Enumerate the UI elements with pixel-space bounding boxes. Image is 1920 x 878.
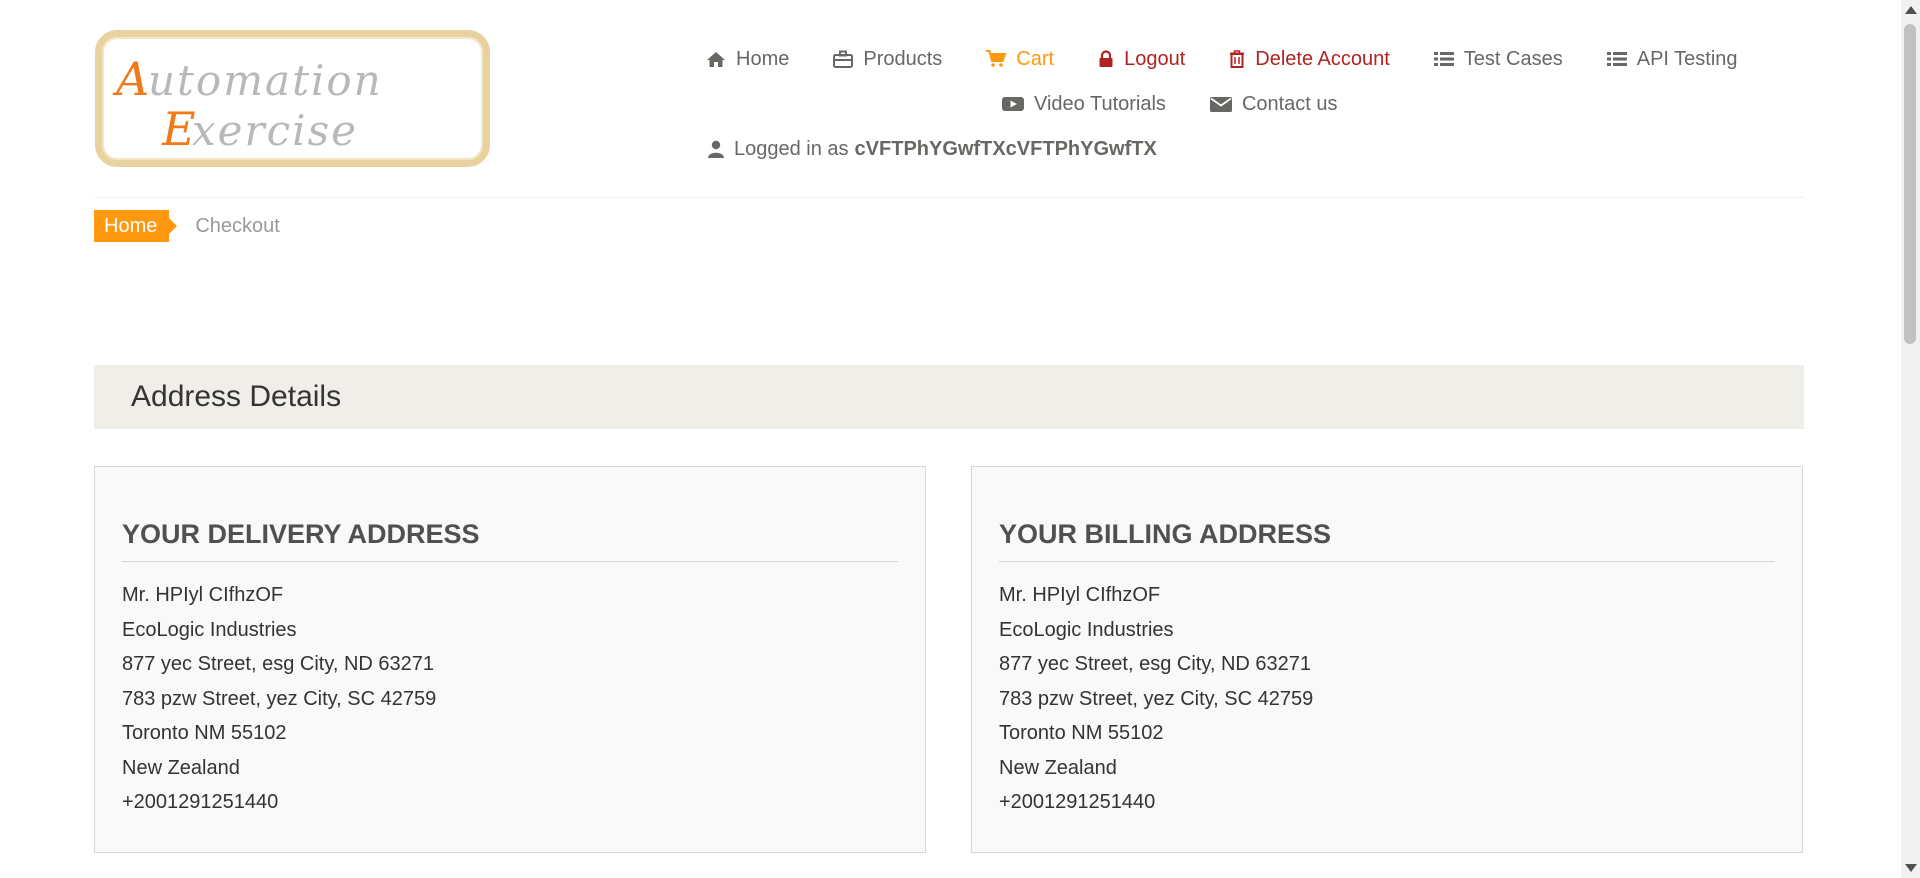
billing-name: Mr. HPIyl CIfhzOF xyxy=(999,584,1161,606)
delivery-company: EcoLogic Industries xyxy=(122,618,297,641)
scroll-down-arrow-icon[interactable] xyxy=(1905,864,1917,872)
delivery-name: Mr. HPIyl CIfhzOF xyxy=(122,584,284,606)
nav-products-label: Products xyxy=(863,47,943,70)
billing-address-title: YOUR BILLING ADDRESS xyxy=(999,517,1775,562)
home-icon xyxy=(706,50,726,68)
nav-logout-label: Logout xyxy=(1124,47,1186,70)
billing-address2: 783 pzw Street, yez City, SC 42759 xyxy=(999,687,1314,710)
breadcrumb-current: Checkout xyxy=(195,214,280,237)
billing-address1: 877 yec Street, esg City, ND 63271 xyxy=(999,653,1312,675)
logo-letter-e: E xyxy=(161,102,196,156)
billing-phone: +2001291251440 xyxy=(999,791,1156,813)
briefcase-icon xyxy=(833,50,854,68)
list-icon xyxy=(1606,50,1627,68)
logo-letter-a: A xyxy=(112,52,149,106)
vertical-scrollbar[interactable] xyxy=(1901,0,1920,878)
scrollbar-thumb[interactable] xyxy=(1904,24,1916,344)
delivery-address-title: YOUR DELIVERY ADDRESS xyxy=(122,517,898,562)
logo-image: A utomation E xercise xyxy=(112,52,383,156)
delivery-phone: +2001291251440 xyxy=(122,791,279,813)
breadcrumb-home[interactable]: Home xyxy=(94,210,178,242)
nav-contact-us[interactable]: Contact us xyxy=(1209,92,1338,116)
nav-api-testing[interactable]: API Testing xyxy=(1606,47,1738,71)
nav-contact-us-label: Contact us xyxy=(1241,92,1338,115)
trash-icon xyxy=(1229,50,1245,68)
nav-api-testing-label: API Testing xyxy=(1636,47,1738,70)
user-icon xyxy=(708,140,724,158)
nav-video-tutorials[interactable]: Video Tutorials xyxy=(1002,93,1166,116)
logo-rest-2: xercise xyxy=(192,106,358,155)
logged-in-prefix: Logged in as xyxy=(734,137,849,160)
nav-test-cases-label: Test Cases xyxy=(1463,47,1563,70)
main-nav: Home Products Cart Logout Delete Account xyxy=(700,44,1800,179)
youtube-play-icon xyxy=(1002,95,1024,113)
nav-row-2: Video Tutorials Contact us xyxy=(1002,89,1800,119)
nav-row-1: Home Products Cart Logout Delete Account xyxy=(706,44,1800,74)
lock-icon xyxy=(1098,50,1114,68)
nav-cart-label: Cart xyxy=(1016,47,1055,70)
list-icon xyxy=(1433,50,1454,68)
header-divider xyxy=(94,197,1804,198)
nav-row-3: Logged in as cVFTPhYGwfTXcVFTPhYGwfTX xyxy=(708,134,1800,164)
logged-in-status: Logged in as cVFTPhYGwfTXcVFTPhYGwfTX xyxy=(708,138,1157,161)
delivery-address1: 877 yec Street, esg City, ND 63271 xyxy=(122,653,435,675)
billing-company: EcoLogic Industries xyxy=(999,618,1174,641)
nav-delete-account[interactable]: Delete Account xyxy=(1229,48,1390,71)
logo-rest-1: utomation xyxy=(148,56,383,105)
nav-delete-account-label: Delete Account xyxy=(1255,47,1390,70)
nav-home[interactable]: Home xyxy=(706,48,789,71)
delivery-country: New Zealand xyxy=(122,756,240,779)
section-title: Address Details xyxy=(131,380,342,413)
scroll-up-arrow-icon[interactable] xyxy=(1905,6,1917,14)
delivery-address-box: YOUR DELIVERY ADDRESS Mr. HPIyl CIfhzOF … xyxy=(94,466,926,853)
delivery-address2: 783 pzw Street, yez City, SC 42759 xyxy=(122,687,437,710)
nav-logout[interactable]: Logout xyxy=(1098,48,1185,71)
site-logo[interactable]: A utomation E xercise xyxy=(95,30,490,167)
billing-city-state-zip: Toronto NM 55102 xyxy=(999,722,1164,744)
billing-country: New Zealand xyxy=(999,756,1117,779)
nav-cart[interactable]: Cart xyxy=(986,48,1054,71)
logged-in-username: cVFTPhYGwfTXcVFTPhYGwfTX xyxy=(854,137,1157,160)
nav-home-label: Home xyxy=(736,47,790,70)
address-details-header: Address Details xyxy=(94,365,1804,429)
billing-address-box: YOUR BILLING ADDRESS Mr. HPIyl CIfhzOF E… xyxy=(971,466,1803,853)
cart-icon xyxy=(986,50,1007,68)
breadcrumb: Home Checkout xyxy=(94,210,280,242)
nav-video-tutorials-label: Video Tutorials xyxy=(1034,92,1166,115)
delivery-city-state-zip: Toronto NM 55102 xyxy=(122,722,287,744)
nav-test-cases[interactable]: Test Cases xyxy=(1433,47,1563,71)
envelope-icon xyxy=(1209,95,1232,113)
nav-products[interactable]: Products xyxy=(833,48,942,71)
